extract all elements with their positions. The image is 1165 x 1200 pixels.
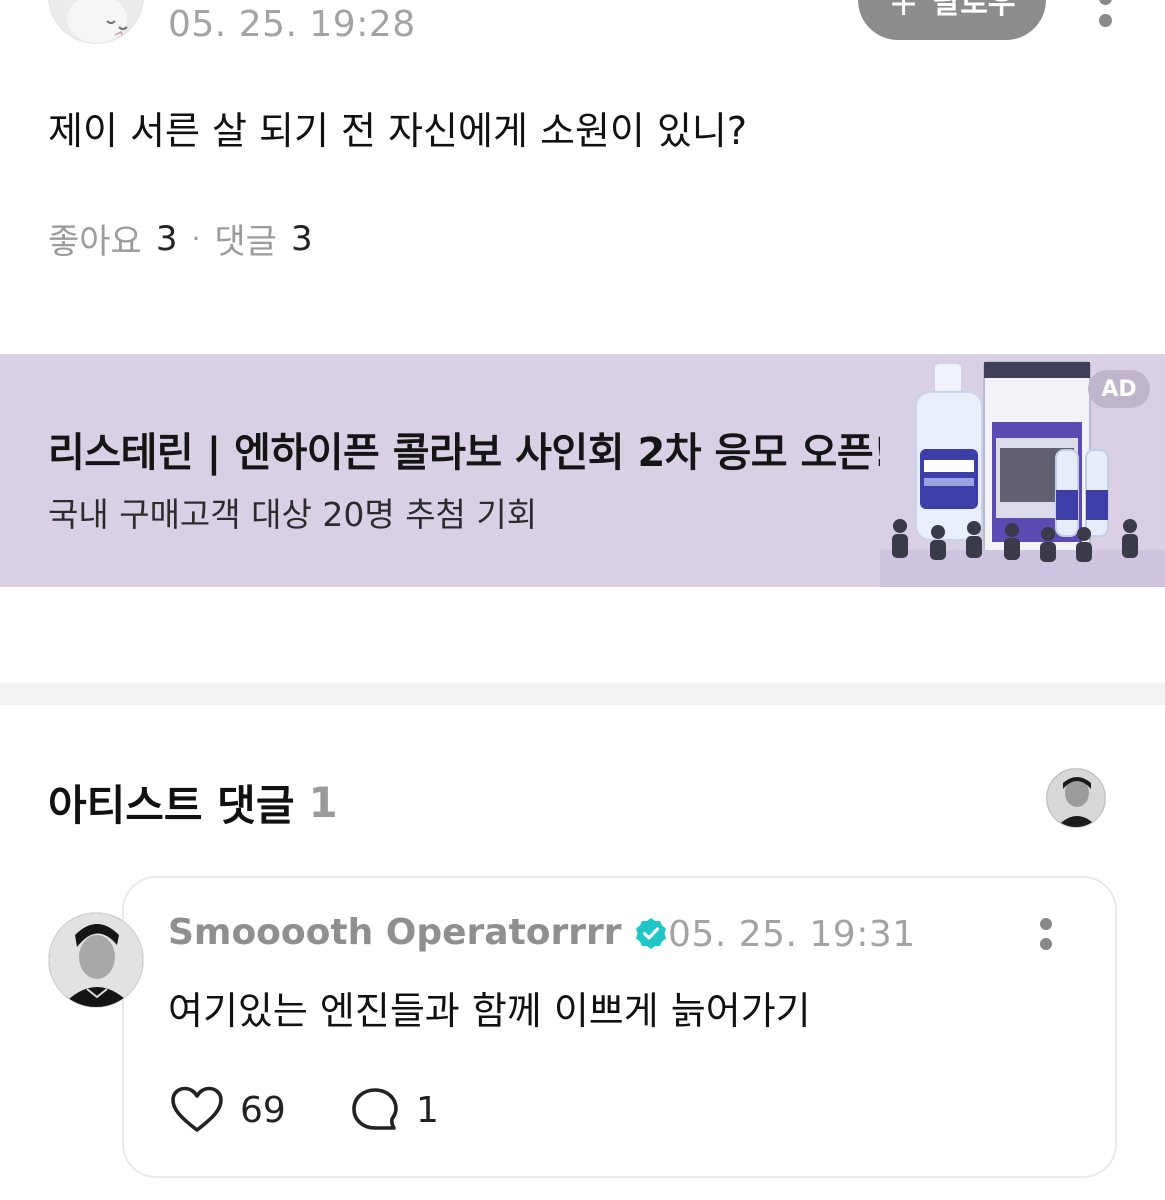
post-stats: 좋아요 3 · 댓글 3 bbox=[48, 214, 313, 263]
comment-bubble-icon bbox=[352, 1088, 398, 1130]
comments-count: 3 bbox=[290, 218, 313, 259]
like-button[interactable]: 69 bbox=[170, 1086, 286, 1134]
comments-label: 댓글 bbox=[214, 222, 277, 262]
artist-comments-count: 1 bbox=[308, 778, 338, 827]
likes-count: 3 bbox=[155, 218, 178, 259]
post-body-text: 제이 서른 살 되기 전 자신에게 소원이 있니? bbox=[48, 109, 748, 153]
artist-comments-label: 아티스트 댓글 bbox=[48, 781, 295, 830]
artist-portrait-icon bbox=[49, 913, 143, 1007]
post-more-options-icon[interactable] bbox=[1090, 0, 1122, 36]
verified-badge-icon bbox=[635, 917, 666, 949]
artist-portrait-icon bbox=[1047, 769, 1105, 827]
comment-author-avatar[interactable] bbox=[48, 912, 144, 1008]
follow-label: 팔로우 bbox=[932, 0, 1016, 21]
ad-badge: AD bbox=[1088, 370, 1150, 408]
comment-timestamp: 05. 25. 19:31 bbox=[668, 914, 916, 955]
follow-button[interactable]: + 팔로우 bbox=[858, 0, 1046, 40]
comment-author-name: Smooooth Operatorrrr bbox=[168, 912, 622, 953]
like-count: 69 bbox=[240, 1089, 286, 1131]
plus-icon: + bbox=[888, 0, 919, 24]
comment-author[interactable]: Smooooth Operatorrrr bbox=[168, 912, 668, 953]
heart-icon bbox=[171, 1086, 223, 1132]
section-divider bbox=[0, 683, 1165, 705]
ad-subtitle: 국내 구매고객 대상 20명 추첨 기회 bbox=[48, 495, 538, 534]
stats-separator: · bbox=[191, 222, 201, 255]
comment-more-options-icon[interactable] bbox=[1032, 914, 1062, 954]
reply-button[interactable]: 1 bbox=[350, 1086, 439, 1134]
ad-title: 리스테린 | 엔하이픈 콜라보 사인회 2차 응모 오픈! bbox=[48, 430, 891, 476]
likes-label: 좋아요 bbox=[48, 222, 142, 262]
reply-count: 1 bbox=[416, 1089, 439, 1131]
artist-avatar-small[interactable] bbox=[1046, 768, 1106, 828]
post-timestamp: 05. 25. 19:28 bbox=[168, 4, 416, 45]
artist-comments-title: 아티스트 댓글 1 bbox=[48, 772, 338, 833]
post-author-avatar[interactable] bbox=[48, 0, 144, 44]
comment-text: 여기있는 엔진들과 함께 이쁘게 늙어가기 bbox=[168, 989, 811, 1033]
ad-banner[interactable]: 리스테린 | 엔하이픈 콜라보 사인회 2차 응모 오픈! 국내 구매고객 대상… bbox=[0, 354, 1165, 587]
cat-avatar-icon bbox=[49, 0, 143, 43]
